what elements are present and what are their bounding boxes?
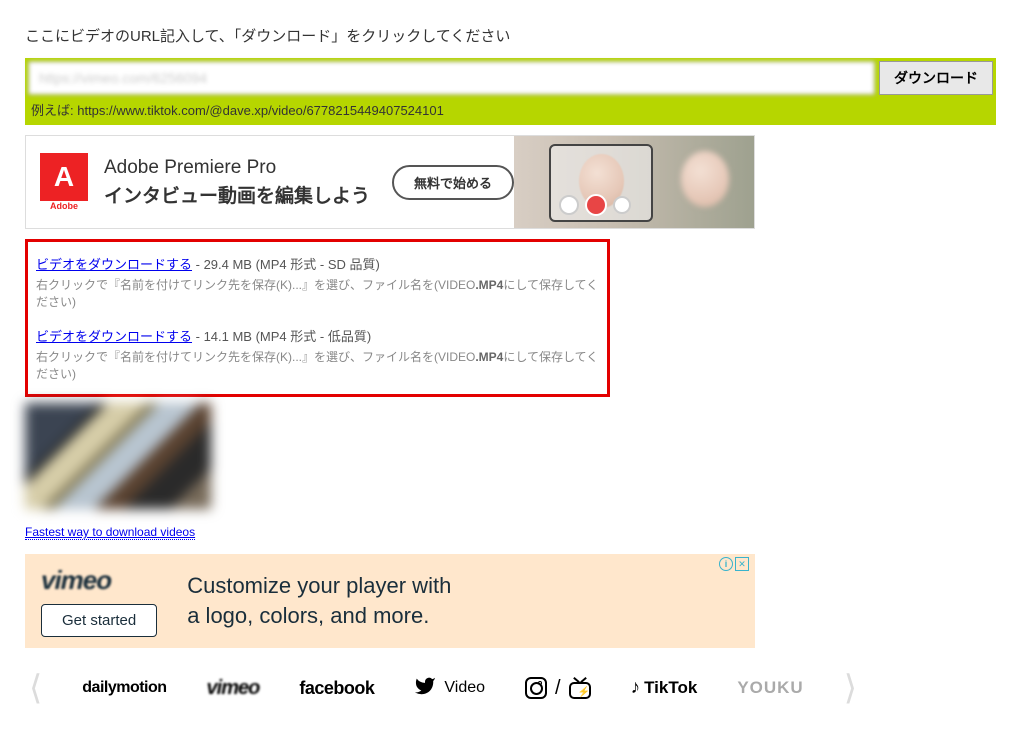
ad-title: Adobe Premiere Pro: [104, 157, 370, 179]
ad-banner-vimeo[interactable]: i ✕ vimeo Get started Customize your pla…: [25, 554, 755, 648]
adobe-brand-text: Adobe: [50, 201, 78, 211]
download-meta: - 14.1 MB (MP4 形式 - 低品質): [192, 329, 371, 344]
twitter-bird-icon: [414, 675, 436, 702]
tiktok-note-icon: ♪: [631, 677, 641, 699]
url-example: 例えば: https://www.tiktok.com/@dave.xp/vid…: [28, 95, 993, 122]
site-dailymotion[interactable]: dailymotion: [82, 679, 166, 697]
download-meta: - 29.4 MB (MP4 形式 - SD 品質): [192, 257, 380, 272]
supported-sites-row: dailymotion vimeo facebook Video / ⚡ ♪ T…: [25, 662, 996, 714]
site-vimeo[interactable]: vimeo: [207, 677, 260, 700]
chevron-left-icon[interactable]: [29, 668, 42, 708]
search-section: ダウンロード 例えば: https://www.tiktok.com/@dave…: [25, 58, 996, 125]
download-hint: 右クリックで『名前を付けてリンク先を保存(K)...』を選び、ファイル名を(VI…: [36, 348, 599, 382]
ad-text-block: Adobe Premiere Pro インタビュー動画を編集しよう: [104, 157, 370, 208]
site-instagram-igtv[interactable]: / ⚡: [525, 677, 591, 700]
instagram-icon: [525, 677, 547, 699]
ad-controls: i ✕: [719, 557, 749, 571]
instruction-text: ここにビデオのURL記入して、「ダウンロード」をクリックしてください: [25, 25, 996, 46]
download-button[interactable]: ダウンロード: [879, 61, 993, 95]
vimeo-logo-column: vimeo Get started: [41, 565, 157, 637]
video-label: Video: [444, 679, 485, 697]
url-input[interactable]: [28, 61, 875, 95]
site-youku[interactable]: YOUKU: [737, 678, 803, 698]
adobe-letter: A: [54, 161, 74, 193]
get-started-button[interactable]: Get started: [41, 604, 157, 637]
ad-cta-button[interactable]: 無料で始める: [392, 165, 514, 200]
ad-subtitle: インタビュー動画を編集しよう: [104, 181, 370, 208]
site-twitter-video[interactable]: Video: [414, 675, 485, 702]
info-icon[interactable]: i: [719, 557, 733, 571]
video-thumbnail[interactable]: [25, 403, 211, 509]
ad-banner-adobe[interactable]: i ✕ A Adobe Adobe Premiere Pro インタビュー動画を…: [25, 135, 755, 229]
adobe-logo-column: A Adobe: [26, 153, 88, 211]
slash-text: /: [555, 677, 561, 700]
chevron-right-icon[interactable]: [844, 668, 857, 708]
site-facebook[interactable]: facebook: [299, 678, 374, 699]
site-tiktok[interactable]: ♪ TikTok: [631, 677, 698, 699]
vimeo-logo: vimeo: [41, 565, 111, 596]
download-row: ビデオをダウンロードする - 29.4 MB (MP4 形式 - SD 品質): [36, 254, 599, 273]
ad-photo: [514, 136, 754, 228]
ad2-text: Customize your player with a logo, color…: [187, 571, 451, 630]
close-icon[interactable]: ✕: [735, 557, 749, 571]
fastest-way-link[interactable]: Fastest way to download videos: [25, 525, 195, 540]
download-row: ビデオをダウンロードする - 14.1 MB (MP4 形式 - 低品質): [36, 326, 599, 345]
adobe-logo-icon: A: [40, 153, 88, 201]
search-row: ダウンロード: [28, 61, 993, 95]
download-link-sd[interactable]: ビデオをダウンロードする: [36, 257, 192, 272]
download-hint: 右クリックで『名前を付けてリンク先を保存(K)...』を選び、ファイル名を(VI…: [36, 276, 599, 310]
igtv-icon: ⚡: [569, 677, 591, 699]
face-graphic: [681, 151, 729, 207]
rec-ui-graphic: [559, 194, 631, 216]
download-links-box: ビデオをダウンロードする - 29.4 MB (MP4 形式 - SD 品質) …: [25, 239, 610, 397]
download-link-low[interactable]: ビデオをダウンロードする: [36, 329, 192, 344]
